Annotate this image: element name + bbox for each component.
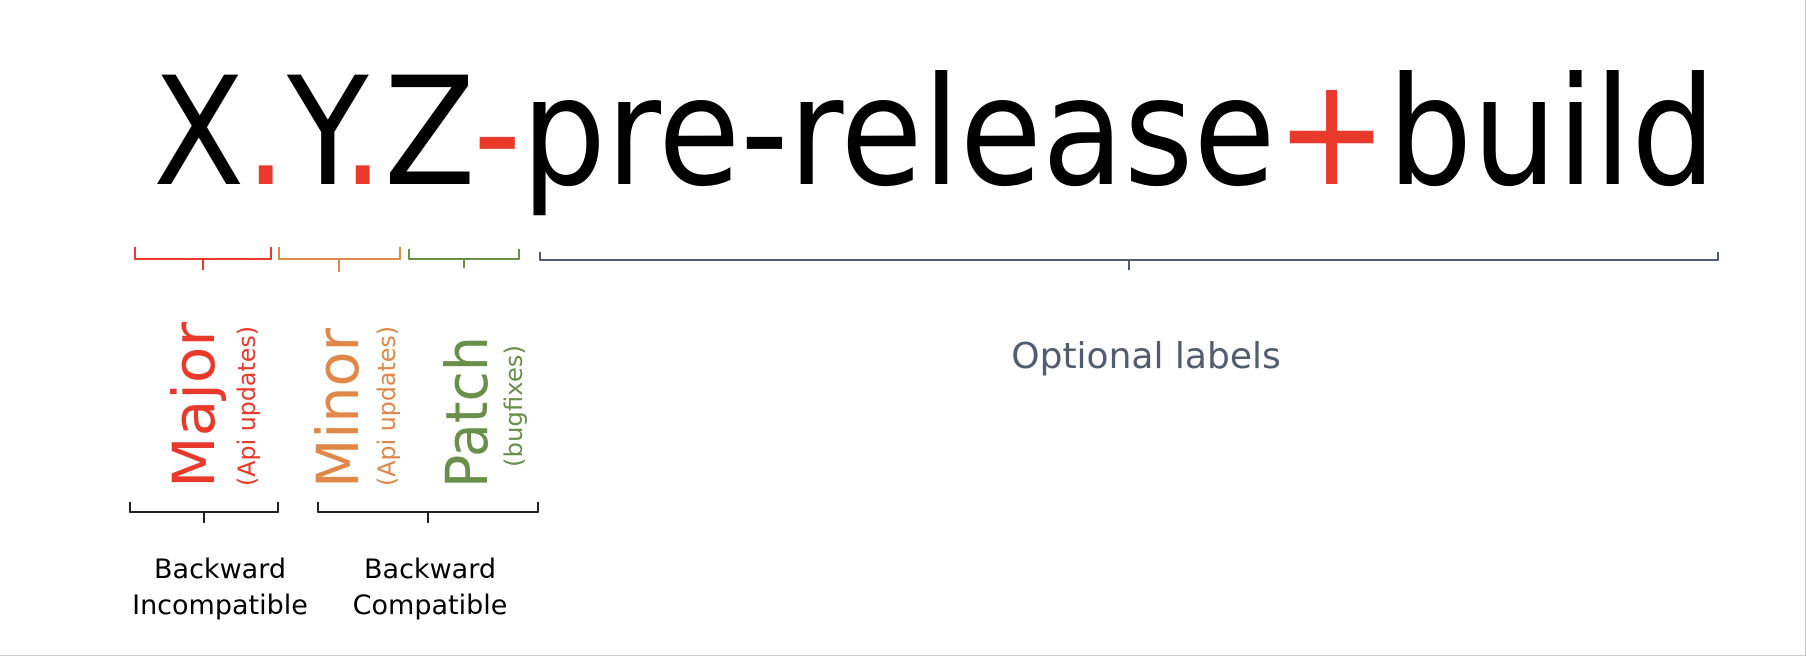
diagram-canvas: X.Y.Z-pre-release+build Major (Api updat…: [129, 46, 1719, 621]
major-placeholder: X: [153, 46, 245, 220]
major-sublabel: (Api updates): [233, 326, 261, 486]
incompatible-line-2: Incompatible: [132, 590, 308, 621]
minor-label: Minor: [304, 328, 372, 488]
build-placeholder: build: [1388, 46, 1716, 220]
plus-separator: +: [1276, 46, 1388, 220]
pre-release-placeholder: pre-release: [521, 46, 1275, 220]
major-bracket: [134, 247, 272, 270]
version-format-title: X.Y.Z-pre-release+build: [153, 46, 1716, 220]
dot-separator: .: [342, 46, 384, 220]
compatible-bracket: [317, 502, 539, 523]
patch-placeholder: Z: [384, 46, 473, 220]
compatible-line-2: Compatible: [353, 590, 508, 621]
compatible-line-1: Backward: [364, 554, 496, 585]
patch-sublabel: (bugfixes): [500, 345, 528, 467]
dash-separator: -: [473, 46, 521, 220]
optional-labels-text: Optional labels: [1011, 336, 1280, 377]
minor-sublabel: (Api updates): [373, 326, 401, 486]
optional-bracket: [539, 252, 1719, 270]
incompatible-line-1: Backward: [154, 554, 286, 585]
major-label: Major: [160, 322, 228, 488]
patch-bracket: [408, 249, 520, 268]
semver-diagram: X.Y.Z-pre-release+build Major (Api updat…: [0, 0, 1806, 656]
patch-label: Patch: [433, 336, 501, 488]
minor-bracket: [278, 247, 401, 272]
incompatible-bracket: [129, 502, 279, 523]
dot-separator: .: [245, 46, 287, 220]
